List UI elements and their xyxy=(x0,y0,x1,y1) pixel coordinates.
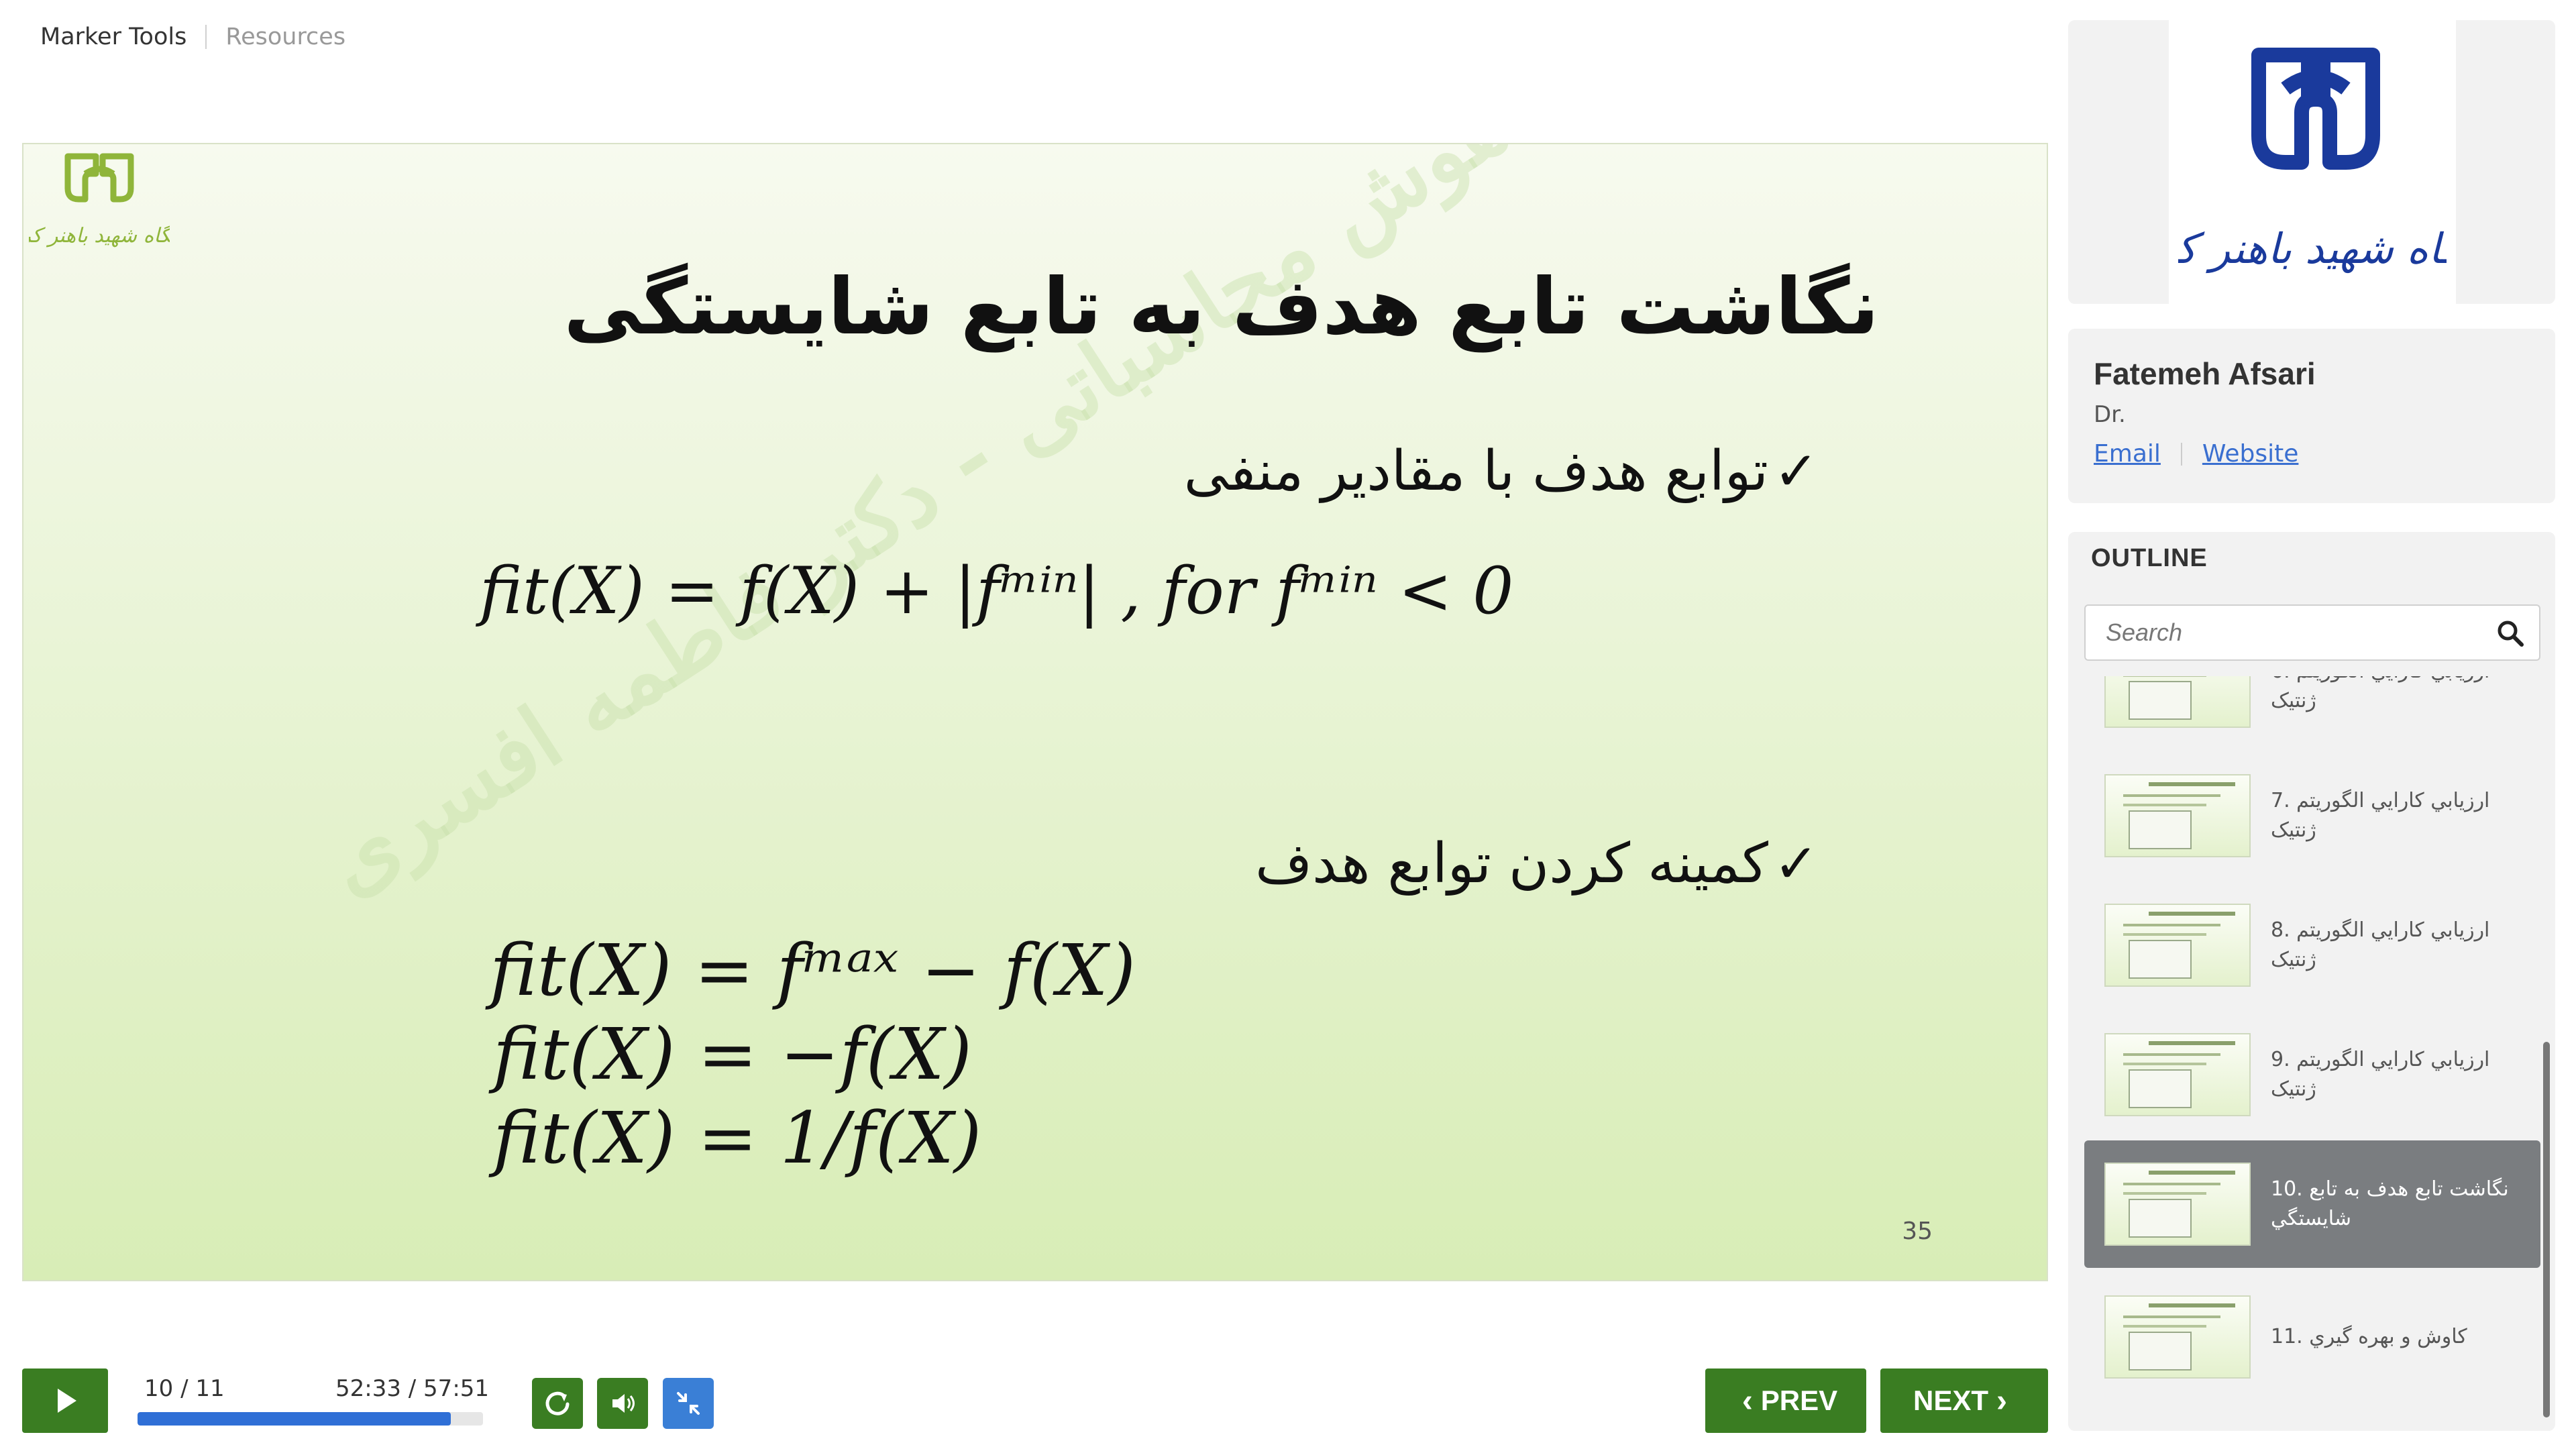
outline-item-label: 7. ارزيابي كارايي الگوريتم ژنتيک xyxy=(2271,789,2490,842)
tab-resources[interactable]: Resources xyxy=(225,23,345,50)
collapse-button[interactable] xyxy=(663,1378,714,1429)
check-icon: ✓ xyxy=(1773,440,1819,502)
outline-item[interactable]: 7. ارزيابي كارايي الگوريتم ژنتيک xyxy=(2084,752,2540,879)
search-icon[interactable] xyxy=(2496,619,2524,647)
play-icon xyxy=(58,1389,76,1413)
progress-bar[interactable] xyxy=(138,1412,483,1426)
collapse-icon xyxy=(677,1392,700,1415)
outline-thumbnail xyxy=(2104,676,2251,728)
next-label: NEXT xyxy=(1913,1385,1989,1416)
formula-2: fit(X) = fᵐᵃˣ − f(X) xyxy=(490,929,1136,1012)
outline-item-label: 11. كاوش و بهره گيري xyxy=(2271,1325,2467,1348)
tab-marker-tools[interactable]: Marker Tools xyxy=(40,23,186,50)
prev-button[interactable]: ‹ PREV xyxy=(1705,1368,1866,1433)
search-input[interactable] xyxy=(2086,606,2488,659)
volume-button[interactable] xyxy=(597,1378,648,1429)
outline-item[interactable]: 9. ارزيابي كارايي الگوريتم ژنتيک xyxy=(2084,1011,2540,1138)
slide-bullet-1: ✓توابع هدف با مقادير منفی xyxy=(1184,439,1819,503)
outline-thumbnail xyxy=(2104,1033,2251,1116)
outline-title: OUTLINE xyxy=(2091,544,2208,572)
author-title: Dr. xyxy=(2094,401,2126,428)
outline-panel: OUTLINE 6. ارزيابي كارايي الگوريتم ژنتيک… xyxy=(2068,532,2555,1431)
email-link[interactable]: Email xyxy=(2094,440,2161,468)
outline-list: 6. ارزيابي كارايي الگوريتم ژنتيک 7. ارزيا… xyxy=(2084,676,2540,1421)
university-logo-small: دانشگاه شهید باهنر کرمان xyxy=(29,153,170,248)
outline-item-label: 8. ارزيابي كارايي الگوريتم ژنتيک xyxy=(2271,918,2490,971)
slide-bullet-2: ✓كمينه كردن توابع هدف xyxy=(1255,832,1819,896)
outline-thumbnail xyxy=(2104,1163,2251,1246)
outline-item[interactable]: 10. نگاشت تابع هدف به تابع شايستگي xyxy=(2084,1140,2540,1268)
slide-watermark: مبانی هوش محاسباتی - دکتر فاطمه افسری xyxy=(305,143,1715,915)
formula-4: fit(X) = 1/f(X) xyxy=(493,1097,982,1179)
outline-thumbnail xyxy=(2104,904,2251,987)
outline-item[interactable]: 8. ارزيابي كارايي الگوريتم ژنتيک xyxy=(2084,881,2540,1009)
author-name: Fatemeh Afsari xyxy=(2094,356,2316,391)
slide-title: نگاشت تابع هدف به تابع شايستگی xyxy=(564,262,1879,352)
outline-thumbnail xyxy=(2104,774,2251,857)
search-box xyxy=(2084,604,2540,661)
check-icon: ✓ xyxy=(1773,833,1819,895)
formula-3: fit(X) = −f(X) xyxy=(493,1013,972,1095)
outline-item-label: 6. ارزيابي كارايي الگوريتم ژنتيک xyxy=(2271,676,2489,712)
logo-container: دانشگاه شهید باهنر کرمان xyxy=(2169,20,2456,304)
volume-icon xyxy=(612,1394,635,1413)
play-button[interactable] xyxy=(22,1368,108,1433)
bullet-1-text: توابع هدف با مقادير منفی xyxy=(1183,439,1768,503)
website-link[interactable]: Website xyxy=(2202,440,2299,468)
university-logo: دانشگاه شهید باهنر کرمان xyxy=(2178,47,2447,274)
progress-fill xyxy=(138,1412,451,1426)
logo-panel: دانشگاه شهید باهنر کرمان xyxy=(2068,20,2555,304)
link-divider xyxy=(2180,442,2182,466)
outline-scrollbar[interactable] xyxy=(2543,1042,2550,1417)
top-tabs: Marker Tools Resources xyxy=(40,20,345,54)
replay-icon xyxy=(545,1391,570,1415)
next-button[interactable]: NEXT › xyxy=(1880,1368,2048,1433)
logo-caption: دانشگاه شهید باهنر کرمان xyxy=(29,224,170,248)
outline-item[interactable]: 11. كاوش و بهره گيري xyxy=(2084,1273,2540,1401)
author-panel: Fatemeh Afsari Dr. Email Website xyxy=(2068,329,2555,503)
prev-label: PREV xyxy=(1760,1385,1838,1416)
author-links: Email Website xyxy=(2094,440,2530,468)
outline-item-label: 9. ارزيابي كارايي الگوريتم ژنتيک xyxy=(2271,1048,2490,1101)
tab-divider xyxy=(205,25,207,49)
outline-item[interactable]: 6. ارزيابي كارايي الگوريتم ژنتيک xyxy=(2084,676,2540,750)
formula-1: fit(X) = f(X) + |fᵐⁱⁿ| , for fᵐⁱⁿ < 0 xyxy=(480,553,1514,629)
logo-text: دانشگاه شهید باهنر کرمان xyxy=(2178,224,2447,274)
slide-page-number: 35 xyxy=(1902,1218,1933,1245)
slide-canvas: دانشگاه شهید باهنر کرمان مبانی هوش محاسب… xyxy=(22,143,2048,1281)
slide-counter: 10 / 11 xyxy=(144,1375,225,1402)
replay-button[interactable] xyxy=(532,1378,583,1429)
outline-item-label: 10. نگاشت تابع هدف به تابع شايستگي xyxy=(2271,1177,2509,1230)
outline-thumbnail xyxy=(2104,1295,2251,1379)
bullet-2-text: كمينه كردن توابع هدف xyxy=(1255,832,1768,896)
chevron-left-icon: ‹ xyxy=(1741,1383,1753,1419)
playback-time: 52:33 / 57:51 xyxy=(335,1375,490,1402)
chevron-right-icon: › xyxy=(1996,1383,2007,1419)
